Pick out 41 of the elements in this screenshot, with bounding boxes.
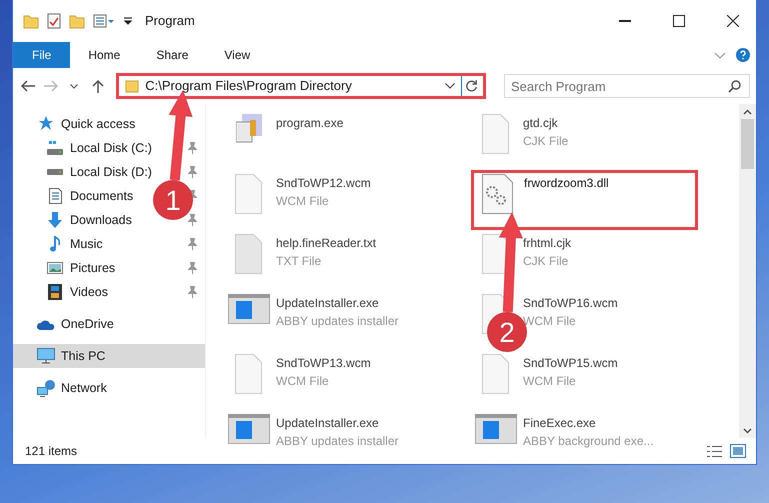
sidebar-item[interactable]: Quick access: [37, 114, 136, 134]
file-type: CJK File: [523, 253, 570, 270]
sidebar-item[interactable]: Local Disk (D:): [46, 162, 152, 182]
file-name[interactable]: SndToWP13.wcm: [276, 354, 371, 372]
window-title: Program: [145, 12, 195, 30]
sidebar-item[interactable]: Pictures: [46, 258, 116, 278]
file-type: WCM File: [276, 193, 330, 210]
file-name[interactable]: gtd.cjk: [523, 114, 568, 132]
file-name[interactable]: SndToWP12.wcm: [276, 174, 371, 192]
file-type: ABBY background exe...: [523, 433, 654, 450]
file-name[interactable]: UpdateInstaller.exe: [276, 414, 399, 432]
ribbon-tab[interactable]: Home: [70, 42, 138, 68]
file-name[interactable]: FineExec.exe: [523, 414, 654, 432]
search-field[interactable]: Search Program: [504, 74, 750, 98]
sidebar-item[interactable]: OneDrive: [37, 314, 114, 334]
file-name[interactable]: UpdateInstaller.exe: [276, 294, 399, 312]
file-type: ABBY updates installer: [276, 313, 399, 330]
ribbon-tab[interactable]: View: [206, 42, 268, 68]
sidebar-item[interactable]: Local Disk (C:): [46, 138, 152, 158]
sidebar-item[interactable]: Documents: [46, 186, 134, 206]
ribbon-tab[interactable]: File: [13, 42, 70, 68]
sidebar-item[interactable]: Network: [37, 378, 107, 398]
sidebar-item[interactable]: This PC: [37, 346, 106, 366]
address-path: C:\Program Files\Program Directory: [145, 77, 353, 96]
file-type: CJK File: [523, 133, 568, 150]
file-name[interactable]: frwordzoom3.dll: [524, 174, 609, 192]
file-type: ABBY updates installer: [276, 433, 399, 450]
file-name[interactable]: SndToWP16.wcm: [523, 294, 618, 312]
file-type: WCM File: [276, 373, 330, 390]
step-number-badge: 1: [153, 180, 193, 220]
ribbon-tab[interactable]: Share: [138, 42, 206, 68]
sidebar-item[interactable]: Downloads: [46, 210, 132, 230]
address-bar[interactable]: C:\Program Files\Program Directory: [116, 73, 486, 99]
file-type: WCM File: [523, 373, 577, 390]
file-type: TXT File: [276, 253, 322, 270]
sidebar-item[interactable]: Videos: [46, 282, 108, 302]
sidebar-item[interactable]: Music: [46, 234, 103, 254]
file-name[interactable]: help.fineReader.txt: [276, 234, 376, 252]
file-name[interactable]: program.exe: [276, 114, 344, 132]
file-name[interactable]: frhtml.cjk: [523, 234, 571, 252]
file-name[interactable]: SndToWP15.wcm: [523, 354, 618, 372]
